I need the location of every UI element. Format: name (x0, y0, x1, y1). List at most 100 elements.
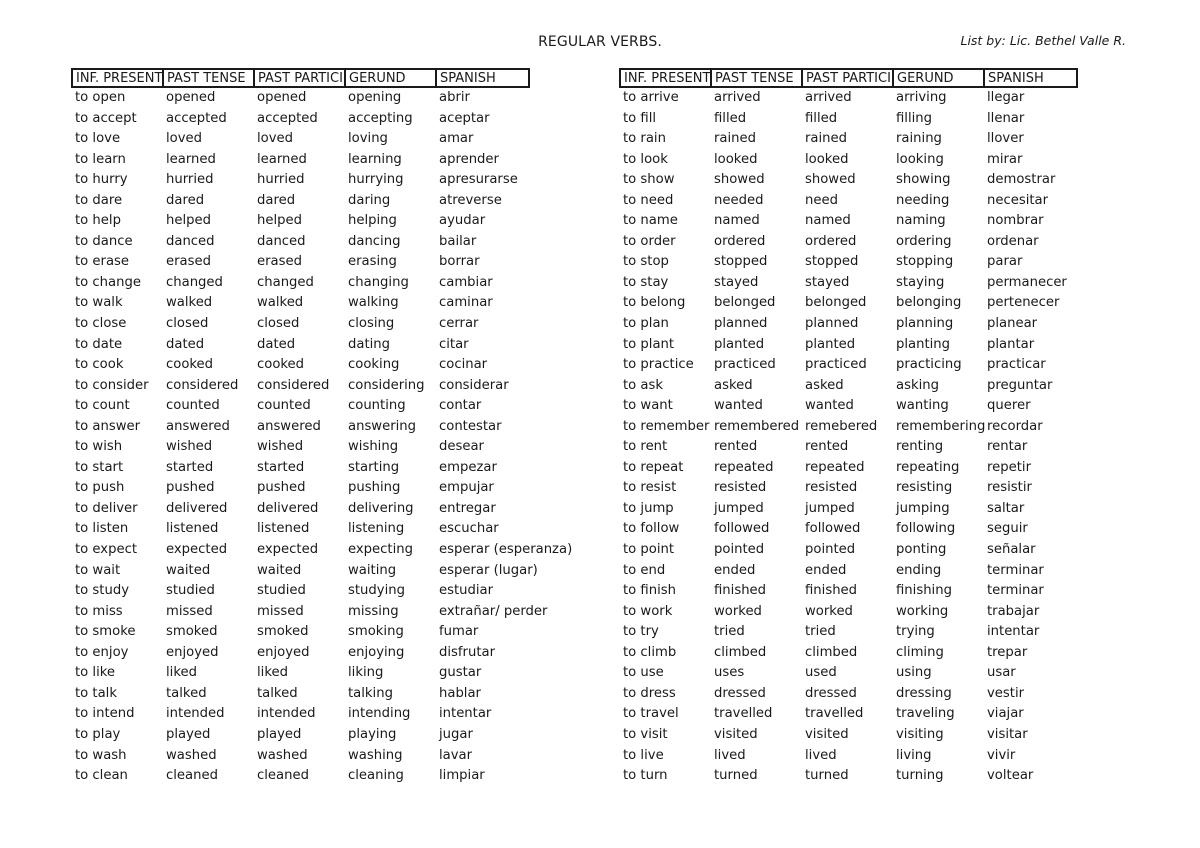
cell-past-tense: cleaned (166, 768, 218, 784)
cell-spanish: limpiar (439, 768, 485, 784)
cell-spanish: trepar (987, 644, 1028, 660)
cell-past-participle: washed (257, 747, 308, 763)
cell-past-participle: finished (805, 583, 858, 599)
cell-inf-present: to help (75, 213, 121, 229)
cell-inf-present: to stop (623, 254, 669, 270)
cell-spanish: caminar (439, 295, 493, 311)
cell-past-tense: dared (166, 192, 205, 208)
cell-inf-present: to like (75, 665, 116, 681)
cell-past-participle: planned (805, 316, 859, 332)
cell-past-participle: smoked (257, 624, 309, 640)
cell-spanish: empezar (439, 459, 497, 475)
cell-past-participle: studied (257, 583, 306, 599)
cell-gerund: planting (896, 336, 951, 352)
cell-inf-present: to open (75, 90, 126, 105)
table-row: to intend intended intended intending intent… (71, 704, 530, 725)
table-row: to end ended ended ending terminar (619, 561, 1078, 582)
cell-past-tense: expected (166, 542, 228, 558)
cell-past-participle: wanted (805, 398, 854, 414)
header-past-participle: PAST PARTICIPLE (255, 70, 346, 86)
cell-past-tense: liked (166, 665, 197, 681)
cell-spanish: preguntar (987, 377, 1053, 393)
cell-past-tense: asked (714, 377, 753, 393)
cell-past-tense: changed (166, 274, 223, 290)
cell-spanish: plantar (987, 336, 1035, 352)
table-row: to answer answered answered answering contes… (71, 417, 530, 438)
cell-spanish: llegar (987, 90, 1025, 105)
table-row: to smoke smoked smoked smoking fumar (71, 622, 530, 643)
cell-gerund: helping (348, 213, 397, 229)
cell-inf-present: to use (623, 665, 664, 681)
cell-inf-present: to finish (623, 583, 676, 599)
cell-spanish: llover (987, 131, 1024, 147)
cell-gerund: filling (896, 110, 933, 126)
cell-past-participle: pointed (805, 542, 856, 558)
cell-past-participle: listened (257, 521, 310, 537)
cell-spanish: considerar (439, 377, 509, 393)
table-row: to accept accepted accepted accepting acepta… (71, 109, 530, 130)
table-row: to love loved loved loving amar (71, 129, 530, 150)
header-spanish: SPANISH (988, 71, 1044, 86)
cell-spanish: contestar (439, 418, 502, 434)
cell-past-participle: followed (805, 521, 861, 537)
cell-inf-present: to talk (75, 685, 117, 701)
cell-past-participle: waited (257, 562, 302, 578)
cell-past-participle: opened (257, 90, 307, 105)
cell-gerund: opening (348, 90, 402, 105)
cell-inf-present: to belong (623, 295, 686, 311)
cell-spanish: recordar (987, 418, 1043, 434)
cell-gerund: showing (896, 172, 951, 188)
cell-past-tense: considered (166, 377, 239, 393)
cell-past-participle: cooked (257, 357, 305, 373)
cell-spanish: estudiar (439, 583, 494, 599)
cell-spanish: cerrar (439, 316, 479, 332)
table-row: to help helped helped helping ayudar (71, 211, 530, 232)
cell-inf-present: to follow (623, 521, 680, 537)
cell-past-participle: tried (805, 624, 836, 640)
cell-inf-present: to start (75, 459, 124, 475)
cell-gerund: planning (896, 316, 954, 332)
cell-spanish: fumar (439, 624, 479, 640)
cell-spanish: parar (987, 254, 1023, 270)
cell-past-participle: repeated (805, 459, 865, 475)
cell-gerund: intending (348, 706, 411, 722)
cell-gerund: climing (896, 644, 944, 660)
cell-past-participle: hurried (257, 172, 305, 188)
table-row: to learn learned learned learning aprender (71, 150, 530, 171)
header-gerund: GERUND (894, 70, 985, 86)
cell-spanish: señalar (987, 542, 1036, 558)
cell-past-participle: practiced (805, 357, 867, 373)
cell-gerund: naming (896, 213, 946, 229)
cell-inf-present: to erase (75, 254, 130, 270)
cell-spanish: llenar (987, 110, 1025, 126)
cell-inf-present: to deliver (75, 500, 138, 516)
cell-spanish: cambiar (439, 274, 493, 290)
cell-spanish: planear (987, 316, 1038, 332)
cell-gerund: accepting (348, 110, 413, 126)
cell-past-participle: ended (805, 562, 847, 578)
table-row: to hurry hurried hurried hurrying apresurars… (71, 170, 530, 191)
cell-gerund: jumping (896, 500, 950, 516)
cell-past-participle: counted (257, 398, 311, 414)
table-row: to change changed changed changing cambiar (71, 273, 530, 294)
table-row: to resist resisted resisted resisting resist… (619, 478, 1078, 499)
cell-spanish: ayudar (439, 213, 486, 229)
cell-inf-present: to arrive (623, 90, 679, 105)
cell-past-participle: climbed (805, 644, 858, 660)
cell-spanish: aprender (439, 151, 499, 167)
table-row: to rain rained rained raining llover (619, 129, 1078, 150)
cell-past-tense: listened (166, 521, 219, 537)
cell-gerund: stopping (896, 254, 954, 270)
cell-past-tense: tried (714, 624, 745, 640)
cell-inf-present: to wash (75, 747, 127, 763)
cell-past-tense: stopped (714, 254, 768, 270)
cell-inf-present: to listen (75, 521, 129, 537)
cell-past-tense: stayed (714, 274, 759, 290)
cell-past-tense: practiced (714, 357, 776, 373)
cell-inf-present: to point (623, 542, 675, 558)
cell-past-participle: worked (805, 603, 853, 619)
cell-past-participle: cleaned (257, 768, 309, 784)
cell-past-tense: delivered (166, 500, 228, 516)
cell-past-tense: jumped (714, 500, 764, 516)
cell-spanish: esperar (lugar) (439, 562, 538, 578)
